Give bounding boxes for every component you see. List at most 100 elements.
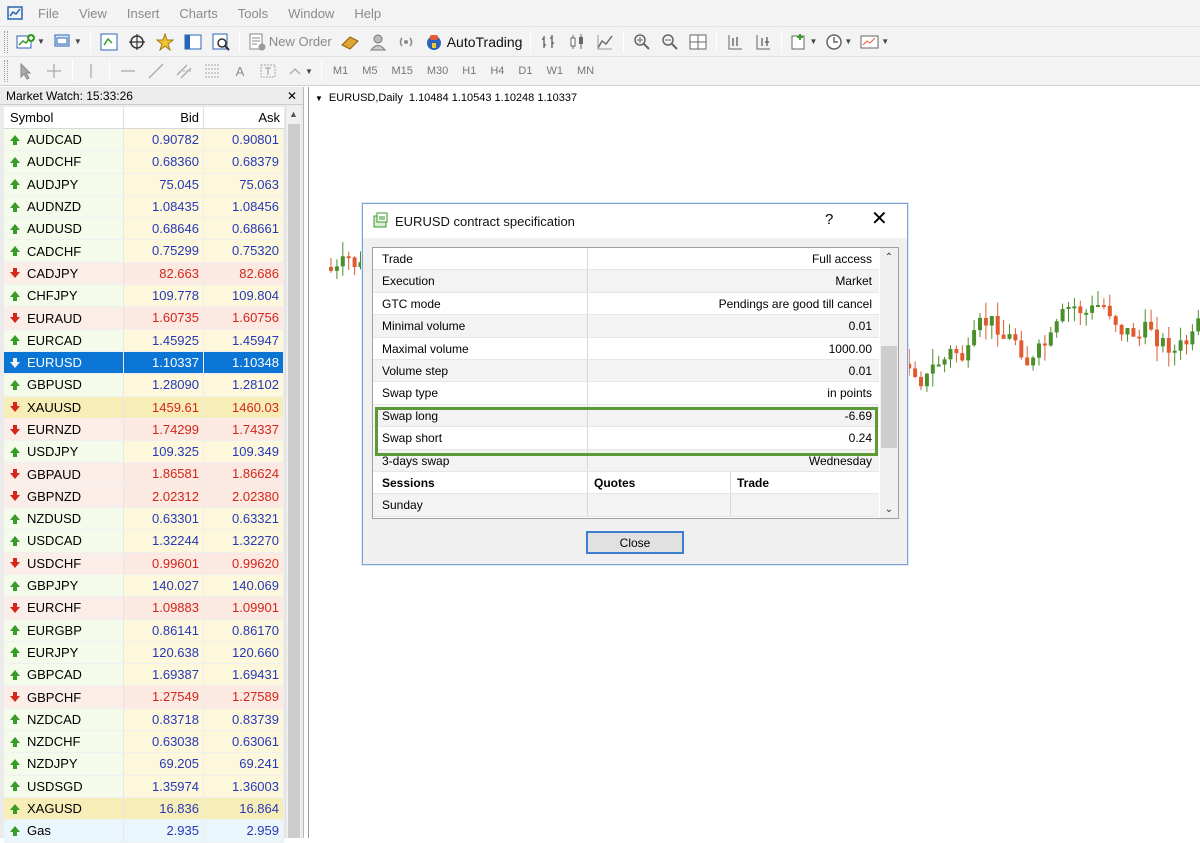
column-header-symbol[interactable]: Symbol [4, 107, 124, 129]
market-watch-row[interactable]: AUDUSD 0.68646 0.68661 [4, 218, 284, 241]
market-watch-row[interactable]: CADJPY 82.663 82.686 [4, 262, 284, 286]
market-watch-row[interactable]: EURCHF 1.09883 1.09901 [4, 597, 284, 620]
bar-chart-button[interactable] [537, 30, 561, 54]
market-watch-row[interactable]: Gas 2.935 2.959 [4, 820, 284, 843]
market-watch-row[interactable]: XAUUSD 1459.61 1460.03 [4, 396, 284, 419]
spec-value: 1000.00 [828, 341, 872, 356]
horizontal-line-icon[interactable] [116, 59, 140, 83]
market-watch-row[interactable]: GBPUSD 1.28090 1.28102 [4, 374, 284, 397]
periods-clock-icon[interactable]: ▼ [823, 30, 854, 54]
navigator-star-icon[interactable] [153, 30, 177, 54]
menu-file[interactable]: File [32, 6, 67, 21]
new-order-button[interactable]: New Order [246, 30, 334, 54]
menu-help[interactable]: Help [348, 6, 389, 21]
app-logo-icon[interactable] [6, 4, 24, 22]
market-watch-row[interactable]: EURNZD 1.74299 1.74337 [4, 418, 284, 442]
crosshair-icon[interactable] [42, 59, 66, 83]
broadcast-icon[interactable] [394, 30, 418, 54]
menu-tools[interactable]: Tools [232, 6, 276, 21]
timeframe-h4[interactable]: H4 [485, 60, 509, 82]
menu-charts[interactable]: Charts [173, 6, 225, 21]
market-watch-row[interactable]: NZDUSD 0.63301 0.63321 [4, 508, 284, 531]
toolbar-grip[interactable] [4, 30, 8, 53]
chart-shift-icon[interactable] [723, 30, 747, 54]
autotrading-button[interactable]: AutoTrading [422, 30, 525, 54]
column-header-ask[interactable]: Ask [204, 107, 284, 129]
specification-scroll-thumb[interactable] [881, 346, 897, 448]
market-watch-row[interactable]: USDCAD 1.32244 1.32270 [4, 530, 284, 553]
trendline-icon[interactable] [144, 59, 168, 83]
chart-dropdown-icon[interactable]: ▼ [315, 94, 323, 103]
timeframe-m1[interactable]: M1 [328, 60, 353, 82]
timeframe-m5[interactable]: M5 [357, 60, 382, 82]
help-icon[interactable]: ? [825, 211, 833, 228]
market-watch-scrollbar[interactable]: ▲ [285, 106, 301, 838]
market-watch-row[interactable]: GBPJPY 140.027 140.069 [4, 574, 284, 598]
specification-scrollbar[interactable]: ⌃ ⌄ [880, 248, 898, 518]
data-window-button[interactable] [125, 30, 149, 54]
market-watch-row[interactable]: NZDCAD 0.83718 0.83739 [4, 708, 284, 732]
timeframe-m15[interactable]: M15 [386, 60, 417, 82]
channel-icon[interactable] [172, 59, 196, 83]
scrollbar-thumb[interactable] [288, 124, 300, 838]
market-watch-row[interactable]: EURGBP 0.86141 0.86170 [4, 619, 284, 642]
timeframe-m30[interactable]: M30 [422, 60, 453, 82]
market-watch-row[interactable]: GBPCAD 1.69387 1.69431 [4, 664, 284, 687]
market-watch-button[interactable] [97, 30, 121, 54]
close-icon[interactable]: ✕ [287, 89, 297, 103]
market-watch-row[interactable]: EURUSD 1.10337 1.10348 [4, 351, 284, 375]
market-watch-row[interactable]: NZDCHF 0.63038 0.63061 [4, 731, 284, 754]
market-watch-row[interactable]: USDCHF 0.99601 0.99620 [4, 552, 284, 575]
market-watch-row[interactable]: USDSGD 1.35974 1.36003 [4, 775, 284, 798]
timeframe-d1[interactable]: D1 [513, 60, 537, 82]
market-watch-row[interactable]: EURAUD 1.60735 1.60756 [4, 307, 284, 330]
market-watch-row[interactable]: XAGUSD 16.836 16.864 [4, 797, 284, 821]
vertical-line-icon[interactable] [79, 59, 103, 83]
indicators-button[interactable]: ▼ [788, 30, 819, 54]
metaeditor-button[interactable] [338, 30, 362, 54]
scroll-down-icon[interactable]: ⌄ [880, 500, 898, 518]
market-watch-row[interactable]: EURJPY 120.638 120.660 [4, 641, 284, 665]
scroll-up-icon[interactable]: ⌃ [880, 248, 898, 266]
timeframe-mn[interactable]: MN [572, 60, 599, 82]
zoom-in-icon[interactable] [630, 30, 654, 54]
menu-insert[interactable]: Insert [121, 6, 168, 21]
signals-button[interactable] [366, 30, 390, 54]
fibonacci-icon[interactable] [200, 59, 224, 83]
dialog-close-icon[interactable]: ✕ [871, 209, 888, 229]
autoscroll-icon[interactable] [751, 30, 775, 54]
templates-icon[interactable]: ▼ [858, 30, 891, 54]
market-watch-row[interactable]: GBPAUD 1.86581 1.86624 [4, 463, 284, 486]
timeframe-h1[interactable]: H1 [457, 60, 481, 82]
market-watch-row[interactable]: AUDCHF 0.68360 0.68379 [4, 151, 284, 174]
market-watch-row[interactable]: GBPNZD 2.02312 2.02380 [4, 485, 284, 509]
menu-view[interactable]: View [73, 6, 115, 21]
line-chart-button[interactable] [593, 30, 617, 54]
candlestick-chart-button[interactable] [565, 30, 589, 54]
toolbar-grip-2[interactable] [4, 60, 8, 82]
scroll-up-icon[interactable]: ▲ [286, 106, 301, 122]
market-watch-row[interactable]: EURCAD 1.45925 1.45947 [4, 329, 284, 352]
market-watch-row[interactable]: AUDJPY 75.045 75.063 [4, 173, 284, 196]
arrows-icon[interactable]: ▼ [284, 59, 315, 83]
cursor-icon[interactable] [14, 59, 38, 83]
market-watch-row[interactable]: NZDJPY 69.205 69.241 [4, 753, 284, 776]
tile-windows-icon[interactable] [686, 30, 710, 54]
market-watch-row[interactable]: GBPCHF 1.27549 1.27589 [4, 686, 284, 709]
market-watch-row[interactable]: AUDCAD 0.90782 0.90801 [4, 129, 284, 152]
zoom-out-icon[interactable] [658, 30, 682, 54]
market-watch-row[interactable]: CADCHF 0.75299 0.75320 [4, 240, 284, 263]
menu-window[interactable]: Window [282, 6, 342, 21]
market-watch-row[interactable]: AUDNZD 1.08435 1.08456 [4, 195, 284, 219]
column-header-bid[interactable]: Bid [124, 107, 204, 129]
text-label-icon[interactable] [256, 59, 280, 83]
market-watch-row[interactable]: USDJPY 109.325 109.349 [4, 441, 284, 464]
new-chart-button[interactable]: ▼ [14, 30, 47, 54]
close-button[interactable]: Close [586, 531, 684, 554]
text-tool-button[interactable]: A [228, 59, 252, 83]
terminal-button[interactable] [181, 30, 205, 54]
timeframe-w1[interactable]: W1 [541, 60, 568, 82]
profiles-button[interactable]: ▼ [51, 30, 84, 54]
market-watch-row[interactable]: CHFJPY 109.778 109.804 [4, 285, 284, 308]
strategy-tester-button[interactable] [209, 30, 233, 54]
